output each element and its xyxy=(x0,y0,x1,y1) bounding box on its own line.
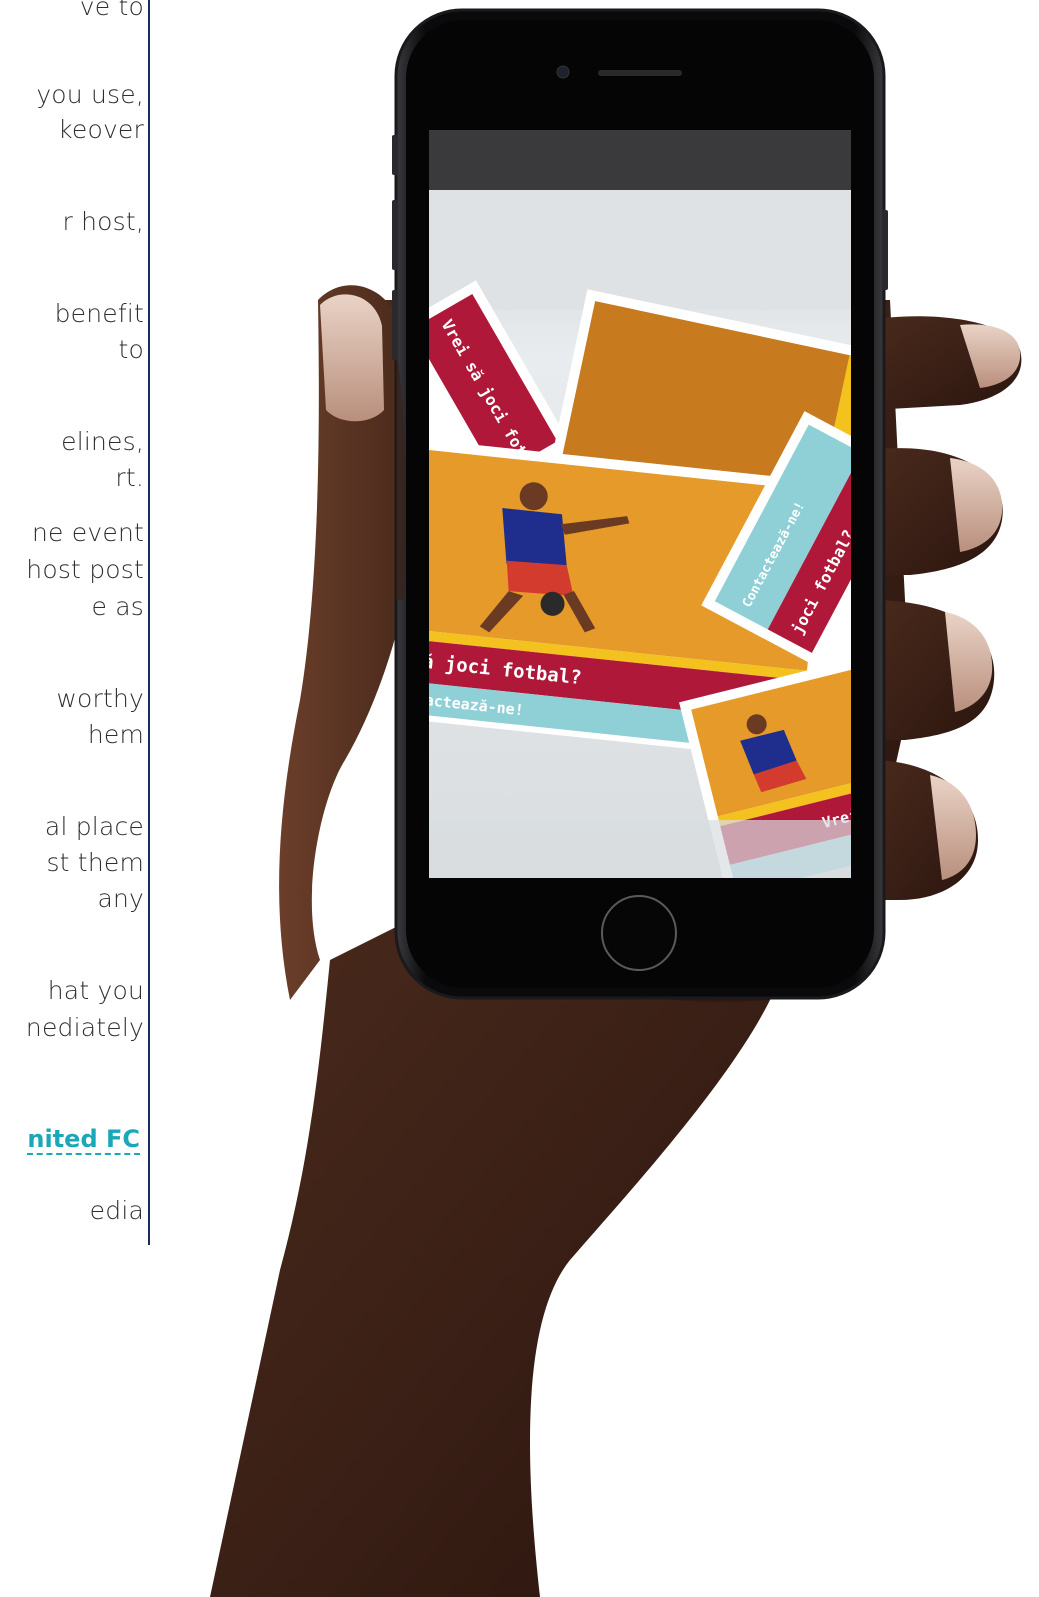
article-line: hem xyxy=(87,720,144,749)
article-line: st them xyxy=(46,848,144,877)
article-line: elines, xyxy=(61,427,144,456)
fingers xyxy=(870,316,1022,900)
article-line: host post xyxy=(26,555,144,584)
article-line: to xyxy=(118,335,144,364)
article-line: edia xyxy=(89,1196,144,1225)
power-button xyxy=(882,210,888,290)
article-line: any xyxy=(97,884,144,913)
article-text-column: ve to you use, keover r host, benefit to… xyxy=(0,0,150,1245)
article-line: r host, xyxy=(62,207,144,236)
article-line: ne event xyxy=(32,518,144,547)
article-line: nediately xyxy=(25,1013,144,1042)
mute-switch xyxy=(392,135,398,175)
article-line: keover xyxy=(58,115,144,144)
article-line: rt. xyxy=(115,463,144,492)
home-button[interactable] xyxy=(601,895,677,971)
article-line: al place xyxy=(44,812,144,841)
volume-up-button xyxy=(392,200,398,270)
volume-down-button xyxy=(392,290,398,360)
article-line: hat you xyxy=(47,976,144,1005)
club-link[interactable]: nited FC xyxy=(27,1125,140,1155)
article-line: worthy xyxy=(56,684,144,713)
hand-holding-phone-image: Vrei să joci fotbal să joci fotbal? ntac… xyxy=(170,0,1039,1597)
article-line: e as xyxy=(91,592,144,621)
article-line: ve to xyxy=(79,0,144,21)
forearm xyxy=(210,920,770,1597)
article-line: you use, xyxy=(36,80,144,109)
earpiece-speaker xyxy=(598,70,682,76)
thumb-nail xyxy=(320,294,384,422)
article-line: benefit xyxy=(54,299,144,328)
front-camera-icon xyxy=(556,65,570,79)
